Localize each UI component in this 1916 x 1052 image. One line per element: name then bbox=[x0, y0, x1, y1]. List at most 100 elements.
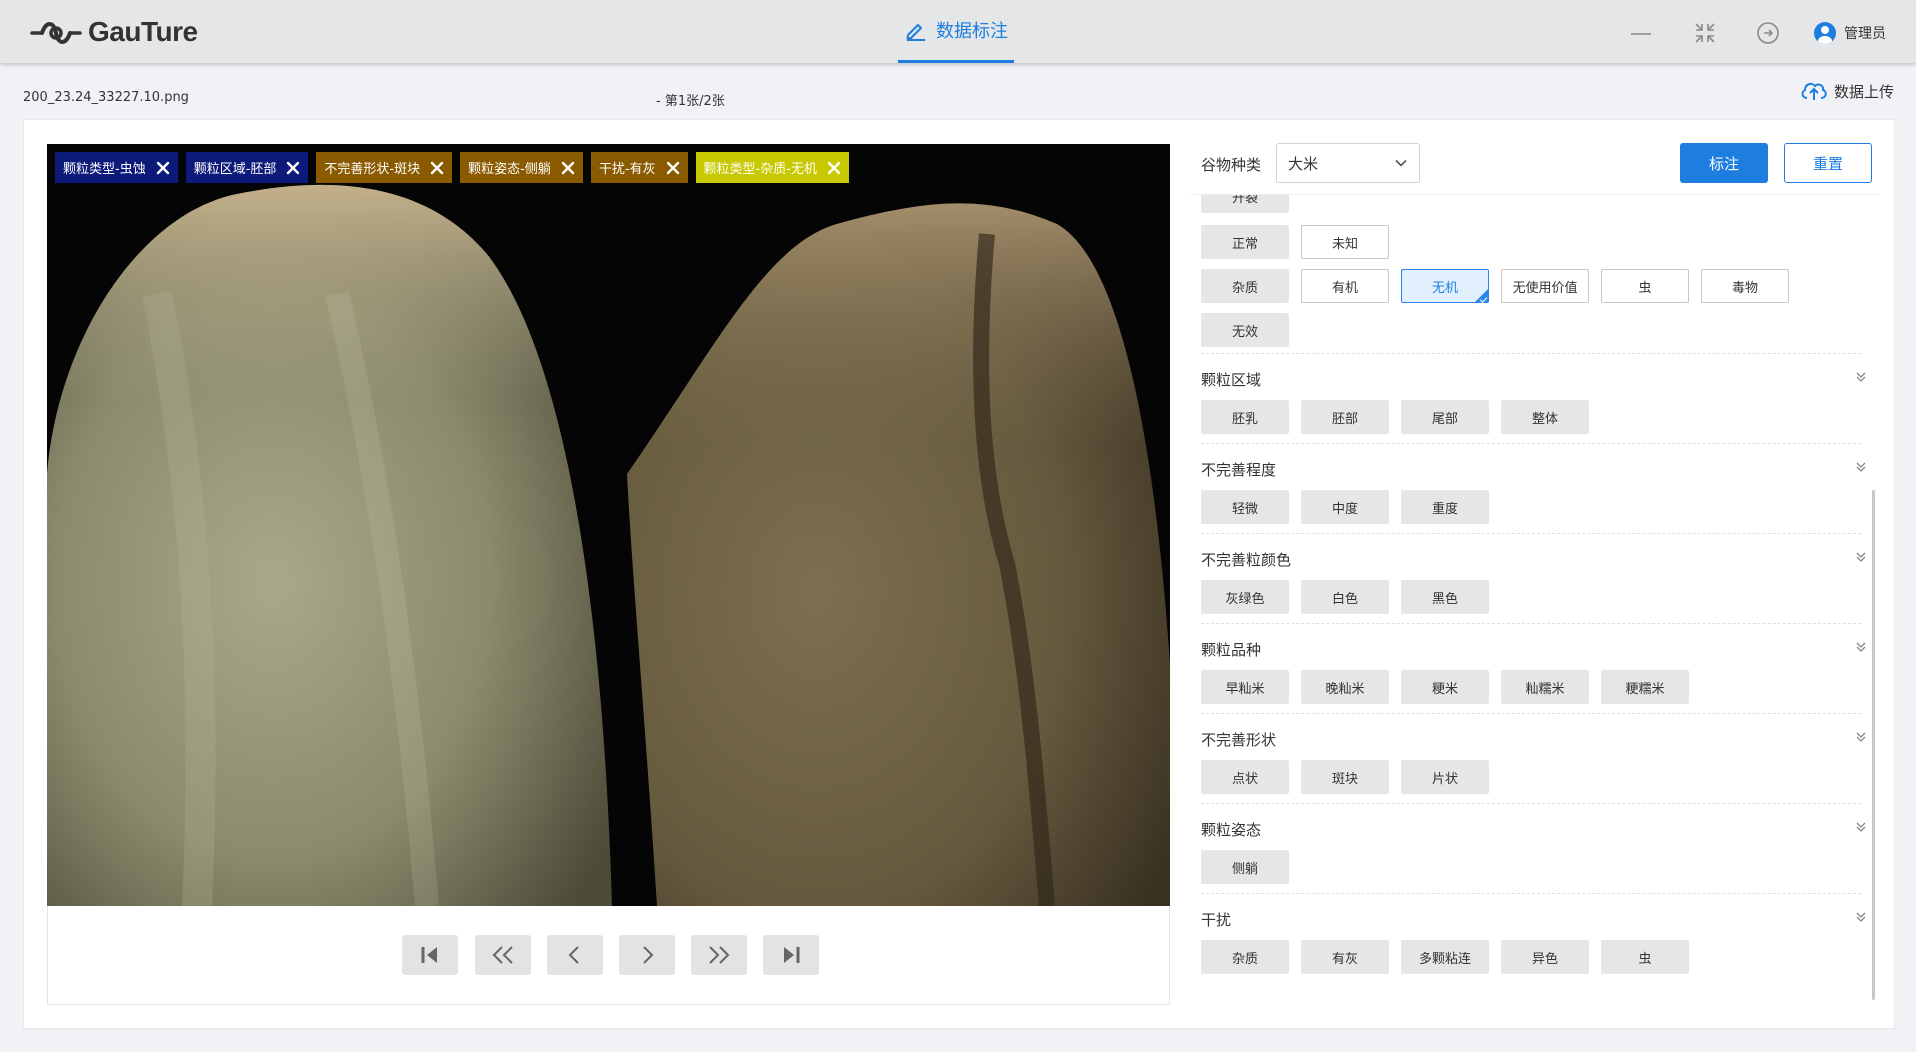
option-button[interactable]: 正常 bbox=[1201, 225, 1289, 259]
option-button[interactable]: 粳米 bbox=[1401, 670, 1489, 704]
option-button[interactable]: 整体 bbox=[1501, 400, 1589, 434]
close-icon[interactable] bbox=[430, 161, 444, 175]
tab-label: 数据标注 bbox=[936, 21, 1008, 42]
logout-button[interactable] bbox=[1755, 20, 1781, 46]
grain-type-value: 大米 bbox=[1288, 154, 1319, 173]
upload-button[interactable]: 数据上传 bbox=[1800, 80, 1894, 102]
annotation-tag: 颗粒区域-胚部 bbox=[185, 152, 309, 183]
section-title: 颗粒区域 bbox=[1201, 371, 1262, 389]
option-button[interactable]: 有灰 bbox=[1301, 940, 1389, 974]
section-title: 干扰 bbox=[1201, 911, 1232, 929]
option-button[interactable]: 轻微 bbox=[1201, 490, 1289, 524]
minimize-button[interactable] bbox=[1628, 20, 1654, 46]
collapse-chevron-icon[interactable] bbox=[1854, 639, 1868, 653]
option-button[interactable]: 晚籼米 bbox=[1301, 670, 1389, 704]
image-canvas[interactable] bbox=[47, 144, 1170, 907]
scrollbar[interactable] bbox=[1872, 490, 1875, 1000]
edit-icon bbox=[906, 24, 925, 41]
exit-fullscreen-button[interactable] bbox=[1692, 20, 1718, 46]
last-page-icon bbox=[784, 947, 800, 963]
section-divider bbox=[1201, 623, 1861, 624]
annotation-panel: 谷物种类 大米 标注 重置 开裂 正常 未知 杂质 有机 无机 无使用价值 虫 … bbox=[1190, 140, 1880, 1010]
grain-type-label: 谷物种类 bbox=[1201, 156, 1262, 174]
logo-mark-icon bbox=[30, 22, 82, 44]
option-button[interactable]: 无效 bbox=[1201, 313, 1289, 347]
option-button[interactable]: 粳糯米 bbox=[1601, 670, 1689, 704]
collapse-chevron-icon[interactable] bbox=[1854, 909, 1868, 923]
close-icon[interactable] bbox=[666, 161, 680, 175]
option-button[interactable]: 多颗粘连 bbox=[1401, 940, 1489, 974]
collapse-chevron-icon[interactable] bbox=[1854, 369, 1868, 383]
option-button[interactable]: 有机 bbox=[1301, 269, 1389, 303]
option-button[interactable]: 毒物 bbox=[1701, 269, 1789, 303]
grain-image bbox=[47, 144, 1170, 907]
annotation-tag: 颗粒类型-杂质-无机 bbox=[695, 152, 849, 183]
option-button[interactable]: 虫 bbox=[1601, 940, 1689, 974]
close-icon[interactable] bbox=[561, 161, 575, 175]
section-title: 颗粒品种 bbox=[1201, 641, 1262, 659]
option-button[interactable]: 籼糯米 bbox=[1501, 670, 1589, 704]
prev-fast-button[interactable] bbox=[475, 935, 531, 975]
option-button[interactable]: 点状 bbox=[1201, 760, 1289, 794]
option-button[interactable]: 白色 bbox=[1301, 580, 1389, 614]
collapse-chevron-icon[interactable] bbox=[1854, 729, 1868, 743]
minimize-icon bbox=[1631, 33, 1651, 35]
chevron-left-icon bbox=[568, 946, 579, 964]
reset-button[interactable]: 重置 bbox=[1784, 143, 1872, 183]
user-name: 管理员 bbox=[1844, 26, 1886, 42]
double-chevron-right-icon bbox=[709, 946, 730, 964]
option-button[interactable]: 异色 bbox=[1501, 940, 1589, 974]
prev-button[interactable] bbox=[547, 935, 603, 975]
option-button[interactable]: 无使用价值 bbox=[1501, 269, 1589, 303]
option-button[interactable]: 未知 bbox=[1301, 225, 1389, 259]
section-title: 不完善形状 bbox=[1201, 731, 1277, 749]
next-fast-button[interactable] bbox=[691, 935, 747, 975]
avatar-icon bbox=[1814, 22, 1836, 44]
collapse-chevron-icon[interactable] bbox=[1854, 819, 1868, 833]
close-icon[interactable] bbox=[156, 161, 170, 175]
collapse-chevron-icon[interactable] bbox=[1854, 459, 1868, 473]
top-bar: GauTure 数据标注 管理员 bbox=[0, 0, 1916, 63]
option-button[interactable]: 胚乳 bbox=[1201, 400, 1289, 434]
close-icon[interactable] bbox=[827, 161, 841, 175]
option-button[interactable]: 开裂 bbox=[1201, 195, 1289, 213]
option-button[interactable]: 片状 bbox=[1401, 760, 1489, 794]
grain-type-select[interactable]: 大米 bbox=[1276, 143, 1420, 183]
annotation-tag-label: 颗粒类型-虫蚀 bbox=[63, 162, 146, 177]
option-button[interactable]: 灰绿色 bbox=[1201, 580, 1289, 614]
annotation-tag: 不完善形状-斑块 bbox=[316, 152, 453, 183]
page-info: - 第1张/2张 bbox=[656, 94, 725, 109]
option-button[interactable]: 杂质 bbox=[1201, 940, 1289, 974]
section-divider bbox=[1201, 713, 1861, 714]
option-button[interactable]: 早籼米 bbox=[1201, 670, 1289, 704]
annotation-tag-label: 颗粒区域-胚部 bbox=[193, 162, 277, 177]
collapse-chevron-icon[interactable] bbox=[1854, 549, 1868, 563]
annotation-tag-label: 颗粒姿态-侧躺 bbox=[468, 162, 551, 177]
option-button[interactable]: 斑块 bbox=[1301, 760, 1389, 794]
option-button[interactable]: 胚部 bbox=[1301, 400, 1389, 434]
next-button[interactable] bbox=[619, 935, 675, 975]
section-divider bbox=[1201, 533, 1861, 534]
option-button[interactable]: 虫 bbox=[1601, 269, 1689, 303]
section-title: 颗粒姿态 bbox=[1201, 821, 1262, 839]
tab-data-annotation[interactable]: 数据标注 bbox=[898, 0, 1014, 63]
option-button-selected[interactable]: 无机 bbox=[1401, 269, 1489, 303]
option-button[interactable]: 中度 bbox=[1301, 490, 1389, 524]
section-divider bbox=[1201, 803, 1861, 804]
option-button[interactable]: 杂质 bbox=[1201, 269, 1289, 303]
mark-button[interactable]: 标注 bbox=[1680, 143, 1768, 183]
annotation-tag: 颗粒姿态-侧躺 bbox=[460, 152, 583, 183]
collapse-icon bbox=[1695, 23, 1715, 43]
app-logo[interactable]: GauTure bbox=[30, 14, 198, 50]
section-title: 不完善粒颜色 bbox=[1201, 551, 1292, 569]
option-button[interactable]: 侧躺 bbox=[1201, 850, 1289, 884]
user-menu[interactable]: 管理员 bbox=[1814, 20, 1886, 46]
close-icon[interactable] bbox=[286, 161, 300, 175]
option-button[interactable]: 黑色 bbox=[1401, 580, 1489, 614]
last-page-button[interactable] bbox=[763, 935, 819, 975]
options-scroll-area[interactable]: 开裂 正常 未知 杂质 有机 无机 无使用价值 虫 毒物 无效 颗粒区域胚乳 胚部… bbox=[1190, 194, 1880, 1000]
first-page-button[interactable] bbox=[402, 935, 458, 975]
option-button[interactable]: 重度 bbox=[1401, 490, 1489, 524]
option-button[interactable]: 尾部 bbox=[1401, 400, 1489, 434]
chevron-right-icon bbox=[643, 946, 654, 964]
